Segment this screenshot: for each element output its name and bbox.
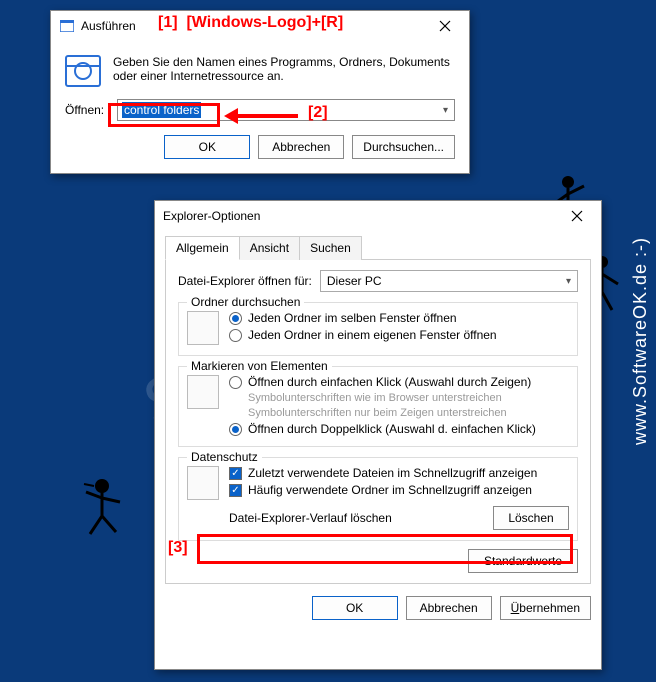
cancel-button[interactable]: Abbrechen [258,135,344,159]
check-recent-files[interactable]: ✓Zuletzt verwendete Dateien im Schnellzu… [229,466,537,480]
radio-icon [229,312,242,325]
chevron-down-icon: ▾ [566,276,571,287]
tab-view[interactable]: Ansicht [239,236,300,260]
run-app-icon [65,55,101,87]
tab-search[interactable]: Suchen [299,236,362,260]
radio-icon [229,329,242,342]
open-for-value: Dieser PC [327,274,382,288]
chevron-down-icon: ▾ [443,105,448,116]
privacy-icon [187,466,219,500]
folder-icon [187,311,219,345]
clear-button[interactable]: Löschen [493,506,569,530]
group-browse-title: Ordner durchsuchen [187,295,304,309]
ok-button[interactable]: OK [164,135,250,159]
cursor-click-icon [187,375,219,409]
close-icon [439,20,451,32]
explorer-options-window: Explorer-Optionen Allgemein Ansicht Such… [154,200,602,670]
checkbox-icon: ✓ [229,467,242,480]
run-dialog-window: Ausführen Geben Sie den Namen eines Prog… [50,10,470,174]
tab-strip: Allgemein Ansicht Suchen [165,235,591,260]
options-dialog-title: Explorer-Optionen [163,209,555,223]
cancel-button[interactable]: Abbrechen [406,596,492,620]
close-button[interactable] [423,12,467,40]
radio-own-window[interactable]: Jeden Ordner in einem eigenen Fenster öf… [229,328,497,342]
sub-underline-hover: Symbolunterschriften nur beim Zeigen unt… [248,407,536,419]
run-description: Geben Sie den Namen eines Programms, Ord… [113,55,455,87]
sub-underline-browser: Symbolunterschriften wie im Browser unte… [248,392,536,404]
defaults-button[interactable]: Standardwerte [468,549,578,573]
run-title-icon [59,18,75,34]
titlebar[interactable]: Explorer-Optionen [155,201,601,231]
browse-button[interactable]: Durchsuchen... [352,135,455,159]
radio-single-click[interactable]: Öffnen durch einfachen Klick (Auswahl du… [229,375,536,389]
side-url-text: www.SoftwareOK.de :-) [630,237,651,445]
group-click-items: Markieren von Elementen Öffnen durch ein… [178,366,578,447]
radio-double-click[interactable]: Öffnen durch Doppelklick (Auswahl d. ein… [229,422,536,436]
open-input-value: control folders [122,102,201,118]
checkbox-icon: ✓ [229,484,242,497]
open-for-select[interactable]: Dieser PC ▾ [320,270,578,292]
open-label: Öffnen: [65,103,111,117]
stick-figure-icon [80,476,124,536]
annotation-3-label: [3] [168,539,188,557]
radio-icon [229,423,242,436]
check-frequent-folders[interactable]: ✓Häufig verwendete Ordner im Schnellzugr… [229,483,537,497]
clear-history-label: Datei-Explorer-Verlauf löschen [229,511,485,525]
group-browse-folders: Ordner durchsuchen Jeden Ordner im selbe… [178,302,578,356]
annotation-1: [1] [Windows-Logo]+[R] [158,14,343,32]
radio-same-window[interactable]: Jeden Ordner im selben Fenster öffnen [229,311,497,325]
group-click-title: Markieren von Elementen [187,359,332,373]
tab-general[interactable]: Allgemein [165,236,240,260]
apply-button[interactable]: Übernehmen [500,596,591,620]
tab-panel-general: Datei-Explorer öffnen für: Dieser PC ▾ O… [165,260,591,584]
ok-button[interactable]: OK [312,596,398,620]
open-for-label: Datei-Explorer öffnen für: [178,274,312,288]
group-privacy: Datenschutz ✓Zuletzt verwendete Dateien … [178,457,578,541]
close-button[interactable] [555,202,599,230]
close-icon [571,210,583,222]
radio-icon [229,376,242,389]
annotation-2-label: [2] [308,104,328,122]
annotation-2-arrow [224,108,298,124]
group-privacy-title: Datenschutz [187,450,262,464]
